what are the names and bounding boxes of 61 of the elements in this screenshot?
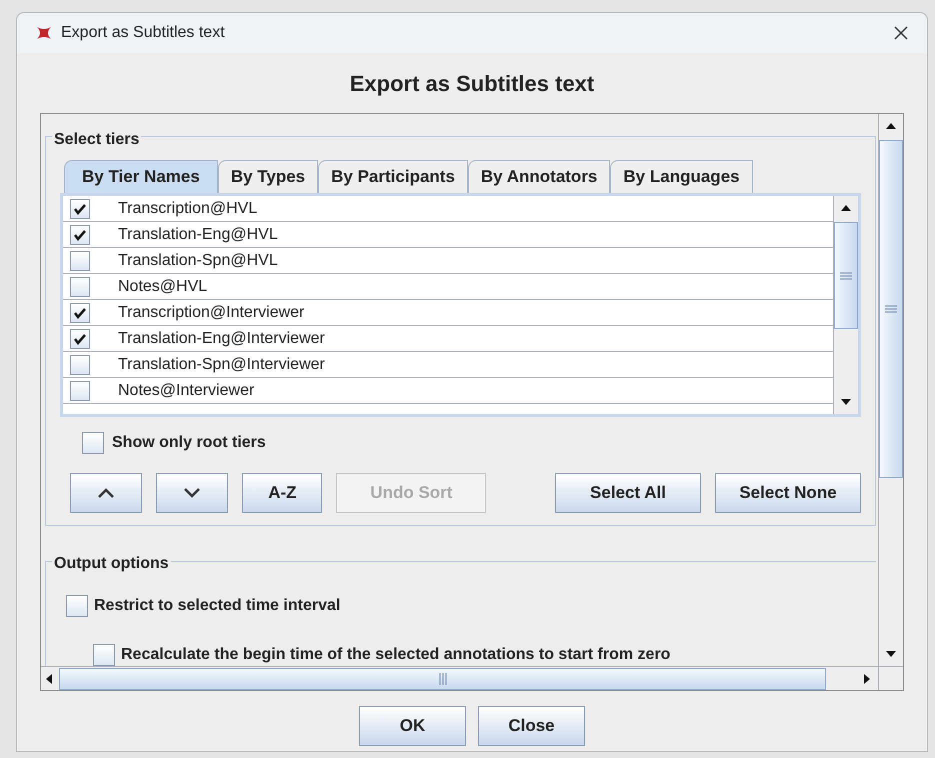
action-button[interactable]: A-Z	[242, 473, 322, 513]
close-icon[interactable]	[893, 25, 909, 41]
tier-name: Notes@Interviewer	[118, 380, 254, 400]
move-up-button[interactable]	[70, 473, 142, 513]
scroll-thumb[interactable]	[879, 140, 903, 478]
tier-row[interactable]: Transcription@HVL	[63, 196, 833, 222]
tier-name: Translation-Eng@Interviewer	[118, 328, 325, 348]
tier-name: Translation-Spn@HVL	[118, 250, 278, 270]
tier-name: Notes@HVL	[118, 276, 208, 296]
checkbox[interactable]	[70, 328, 90, 348]
grip-icon	[885, 305, 897, 313]
checkbox[interactable]	[70, 302, 90, 322]
list-scrollbar[interactable]	[833, 196, 858, 414]
dialog-button[interactable]: Close	[478, 706, 585, 746]
app-logo-icon	[35, 25, 53, 41]
tier-row[interactable]: Transcription@Interviewer	[63, 300, 833, 326]
chevron-down-icon	[183, 487, 202, 499]
window-title: Export as Subtitles text	[61, 23, 225, 43]
checkbox-label: Restrict to selected time interval	[94, 596, 340, 616]
dialog-heading: Export as Subtitles text	[350, 70, 594, 98]
action-button[interactable]: Select None	[715, 473, 861, 513]
tab[interactable]: By Tier Names	[64, 160, 218, 193]
checkbox[interactable]	[70, 276, 90, 296]
action-button[interactable]: Select All	[555, 473, 701, 513]
horizontal-scrollbar[interactable]	[41, 666, 878, 690]
tab[interactable]: By Languages	[610, 160, 753, 193]
checkbox-label: Recalculate the begin time of the selected annotations to start from zero	[121, 645, 670, 665]
checkbox[interactable]	[82, 432, 104, 454]
scroll-thumb[interactable]	[834, 222, 858, 329]
scroll-thumb[interactable]	[59, 668, 826, 690]
tier-row[interactable]: Translation-Spn@Interviewer	[63, 352, 833, 378]
tier-name: Translation-Eng@HVL	[118, 224, 278, 244]
checkbox[interactable]	[70, 380, 90, 400]
tab[interactable]: By Annotators	[468, 160, 610, 193]
check-icon	[74, 332, 86, 344]
checkbox[interactable]	[66, 595, 88, 617]
grip-icon	[438, 672, 446, 684]
check-icon	[74, 306, 86, 318]
checkbox[interactable]	[70, 198, 90, 218]
tier-row[interactable]: Notes@HVL	[63, 274, 833, 300]
tier-row[interactable]: Translation-Spn@HVL	[63, 248, 833, 274]
tab[interactable]: By Types	[218, 160, 318, 193]
chevron-up-icon	[97, 487, 116, 499]
check-icon	[74, 202, 86, 214]
tier-row[interactable]: Translation-Eng@Interviewer	[63, 326, 833, 352]
tier-row[interactable]: Notes@Interviewer	[63, 378, 833, 404]
checkbox[interactable]	[70, 354, 90, 374]
tier-name: Transcription@Interviewer	[118, 302, 304, 322]
tier-row[interactable]: Translation-Eng@HVL	[63, 222, 833, 248]
tab[interactable]: By Participants	[318, 160, 468, 193]
dialog-button[interactable]: OK	[359, 706, 466, 746]
grip-icon	[840, 272, 852, 280]
vertical-scrollbar[interactable]	[878, 114, 903, 666]
checkbox[interactable]	[70, 250, 90, 270]
check-icon	[74, 228, 86, 240]
checkbox[interactable]	[70, 224, 90, 244]
tier-name: Translation-Spn@Interviewer	[118, 354, 325, 374]
tier-name: Transcription@HVL	[118, 198, 258, 218]
checkbox-label: Show only root tiers	[112, 433, 266, 453]
move-down-button[interactable]	[156, 473, 228, 513]
checkbox[interactable]	[93, 644, 115, 666]
